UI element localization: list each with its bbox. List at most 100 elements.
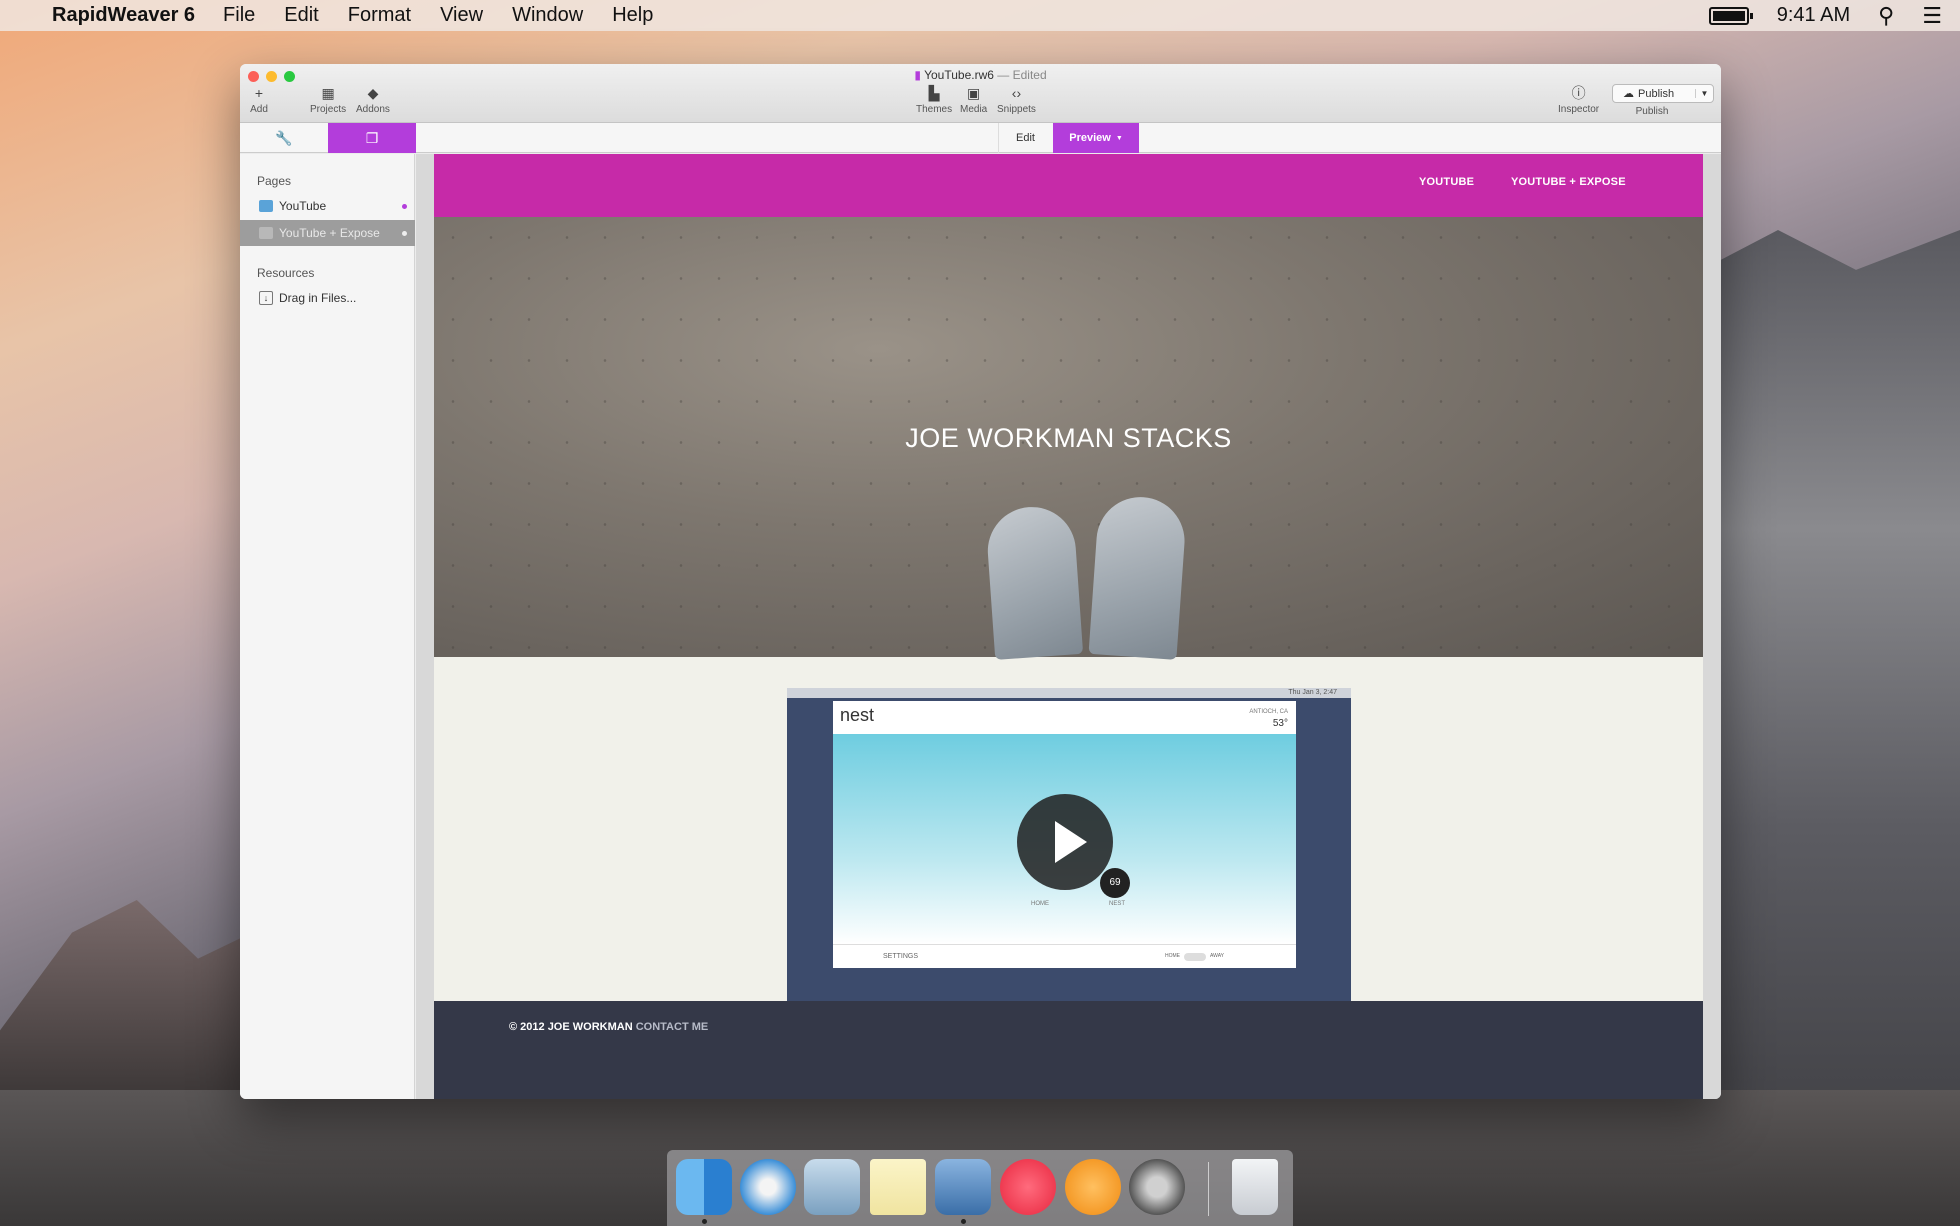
pages-icon: ❐	[365, 129, 379, 146]
finder-icon[interactable]	[676, 1159, 732, 1215]
notification-center-icon[interactable]: ☰	[1922, 3, 1942, 29]
media-icon: ▣	[967, 85, 981, 101]
snippets-label: Snippets	[997, 104, 1036, 115]
hero-title: JOE WORKMAN STACKS	[905, 423, 1232, 453]
menu-file[interactable]: File	[223, 4, 255, 27]
nest-footer: SETTINGS HOME AWAY	[833, 944, 1296, 968]
mail-icon[interactable]	[804, 1159, 860, 1215]
page-label: YouTube + Expose	[279, 226, 380, 240]
mode-bar: 🔧 ❐ Edit Preview ▼	[240, 123, 1721, 153]
battery-icon[interactable]	[1708, 6, 1753, 25]
menu-help[interactable]: Help	[612, 4, 653, 27]
dock	[667, 1150, 1293, 1226]
trash-icon[interactable]	[1232, 1159, 1278, 1215]
addons-icon: ◆	[367, 85, 379, 101]
add-button[interactable]: + Add	[248, 84, 270, 115]
projects-icon: ▦	[321, 85, 335, 101]
clock[interactable]: 9:41 AM	[1777, 4, 1850, 27]
dock-separator	[1208, 1162, 1209, 1216]
itunes-icon[interactable]	[1000, 1159, 1056, 1215]
drop-files-icon: ↓	[259, 291, 273, 305]
menu-edit[interactable]: Edit	[284, 4, 318, 27]
switch-away-label: AWAY	[1210, 953, 1224, 959]
copyright-text: © 2012 JOE WORKMAN	[509, 1021, 633, 1033]
home-label: HOME	[1031, 901, 1049, 907]
themes-button[interactable]: ▙ Themes	[916, 84, 952, 115]
video-thumbnail: nest ANTIOCH, CA 53° 69 HOME NEST SETTIN…	[833, 701, 1296, 968]
tab-preview[interactable]: Preview ▼	[1053, 123, 1139, 153]
website-preview: YOUTUBE YOUTUBE + EXPOSE JOE WORKMAN STA…	[434, 154, 1703, 1099]
xcode-icon[interactable]	[935, 1159, 991, 1215]
menu-bar: RapidWeaver 6 File Edit Format View Wind…	[0, 0, 1960, 31]
plus-icon: +	[254, 85, 264, 101]
page-icon	[259, 200, 273, 212]
right-shoe-image	[1088, 494, 1188, 660]
info-icon: ⓘ	[1571, 85, 1586, 101]
preview-label: Preview	[1069, 132, 1111, 144]
window-toolbar: ▮ YouTube.rw6 — Edited + Add ▦ Projects …	[240, 64, 1721, 123]
contact-link[interactable]: CONTACT ME	[636, 1021, 709, 1033]
left-shoe-image	[984, 504, 1084, 660]
publish-button[interactable]: ☁ Publish ▼	[1612, 84, 1714, 103]
nest-scene: 69 HOME NEST	[833, 734, 1296, 944]
tab-pages[interactable]: ❐	[328, 123, 416, 153]
status-time: Thu Jan 3, 2:47	[1288, 689, 1337, 696]
menu-format[interactable]: Format	[348, 4, 411, 27]
projects-label: Projects	[310, 104, 347, 115]
footer-copyright: © 2012 JOE WORKMAN CONTACT ME	[509, 1021, 708, 1033]
wrench-icon: 🔧	[275, 129, 293, 146]
menu-window[interactable]: Window	[512, 4, 583, 27]
media-button[interactable]: ▣ Media	[960, 84, 987, 115]
sidebar-item-youtube-expose[interactable]: YouTube + Expose	[240, 220, 415, 246]
themes-label: Themes	[916, 104, 953, 115]
home-away-switch	[1184, 953, 1206, 961]
publish-label: Publish	[1635, 106, 1669, 117]
menu-view[interactable]: View	[440, 4, 483, 27]
modified-dot	[402, 203, 407, 209]
addons-label: Addons	[356, 104, 390, 115]
tab-edit[interactable]: Edit	[998, 123, 1052, 153]
nav-link-youtube-expose[interactable]: YOUTUBE + EXPOSE	[1511, 176, 1626, 188]
hero-banner: JOE WORKMAN STACKS	[434, 217, 1703, 660]
projects-button[interactable]: ▦ Projects	[310, 84, 346, 115]
modified-dot	[402, 230, 407, 236]
safari-icon[interactable]	[740, 1159, 796, 1215]
document-name: YouTube.rw6	[924, 68, 994, 82]
drag-in-label: Drag in Files...	[279, 291, 357, 305]
publish-icon: ☁	[1623, 88, 1634, 100]
page-icon	[259, 227, 273, 239]
sidebar: Pages YouTube YouTube + Expose Resources…	[240, 154, 415, 1099]
youtube-video-embed[interactable]: Thu Jan 3, 2:47 nest ANTIOCH, CA 53° 69 …	[787, 688, 1351, 1001]
nest-temperature: ANTIOCH, CA 53°	[1249, 707, 1288, 729]
menu-app-name[interactable]: RapidWeaver 6	[52, 4, 195, 27]
code-brackets-icon: ‹›	[1011, 85, 1022, 101]
drag-in-files[interactable]: ↓ Drag in Files...	[240, 285, 415, 311]
nav-link-youtube[interactable]: YOUTUBE	[1419, 176, 1474, 188]
add-label: Add	[250, 104, 268, 115]
inspector-button[interactable]: ⓘ Inspector	[1558, 84, 1599, 115]
preview-area: YOUTUBE YOUTUBE + EXPOSE JOE WORKMAN STA…	[416, 154, 1721, 1099]
system-preferences-icon[interactable]	[1129, 1159, 1185, 1215]
inspector-label: Inspector	[1558, 104, 1600, 115]
addons-button[interactable]: ◆ Addons	[356, 84, 390, 115]
tab-settings-wrench[interactable]: 🔧	[240, 123, 328, 153]
chevron-down-icon: ▼	[1115, 134, 1123, 142]
document-status[interactable]: — Edited	[997, 68, 1046, 82]
themes-icon: ▙	[928, 85, 940, 101]
sidebar-item-youtube[interactable]: YouTube	[240, 193, 415, 219]
page-label: YouTube	[279, 199, 327, 213]
nest-logo: nest	[840, 705, 875, 725]
snippets-button[interactable]: ‹› Snippets	[997, 84, 1036, 115]
ibooks-icon[interactable]	[1065, 1159, 1121, 1215]
notes-icon[interactable]	[870, 1159, 926, 1215]
running-indicator	[702, 1219, 707, 1224]
play-icon[interactable]	[1017, 794, 1113, 890]
pages-heading: Pages	[257, 174, 292, 188]
app-window: ▮ YouTube.rw6 — Edited + Add ▦ Projects …	[240, 64, 1721, 1099]
nest-temp-value: 53°	[1272, 718, 1288, 729]
document-icon: ▮	[914, 68, 921, 82]
resources-heading: Resources	[257, 266, 315, 280]
switch-home-label: HOME	[1165, 953, 1180, 959]
spotlight-search-icon[interactable]: ⚲	[1878, 3, 1894, 29]
chevron-down-icon[interactable]: ▼	[1695, 89, 1713, 98]
